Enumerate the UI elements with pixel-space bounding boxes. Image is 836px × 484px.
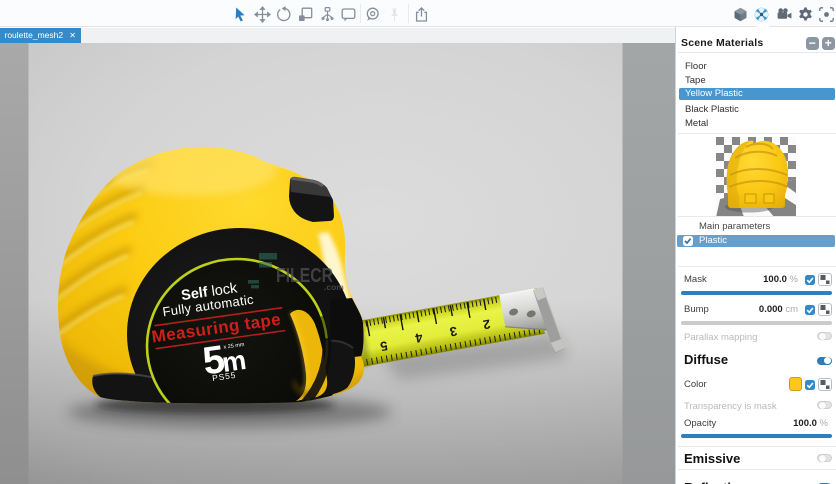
svg-text:.com: .com xyxy=(324,282,344,292)
